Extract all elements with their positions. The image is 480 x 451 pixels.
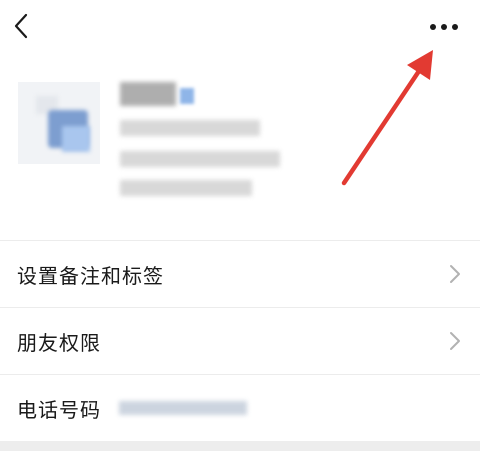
row-friend-permissions[interactable]: 朋友权限 — [0, 308, 480, 374]
contact-profile-screen: 设置备注和标签 朋友权限 电话号码 — [0, 0, 480, 451]
contact-name-redacted — [120, 82, 176, 106]
row-label: 朋友权限 — [17, 330, 101, 355]
chevron-right-icon — [450, 332, 460, 350]
contact-avatar[interactable] — [18, 82, 100, 164]
info-line-3-redacted — [120, 180, 252, 196]
section-separator — [0, 441, 480, 451]
settings-list: 设置备注和标签 朋友权限 电话号码 — [0, 240, 480, 441]
chevron-left-icon — [14, 13, 28, 39]
row-remark-and-tags[interactable]: 设置备注和标签 — [0, 241, 480, 307]
more-options-button[interactable] — [422, 12, 466, 42]
row-label: 电话号码 — [17, 397, 101, 422]
info-line-2-redacted — [120, 151, 280, 167]
row-label: 设置备注和标签 — [17, 263, 164, 288]
more-horizontal-icon — [430, 24, 458, 30]
row-phone-number[interactable]: 电话号码 — [0, 375, 480, 441]
chevron-right-icon — [450, 265, 460, 283]
gender-badge-redacted — [180, 88, 194, 104]
back-button[interactable] — [6, 8, 36, 44]
info-line-1-redacted — [120, 120, 260, 136]
phone-number-redacted — [119, 401, 247, 415]
